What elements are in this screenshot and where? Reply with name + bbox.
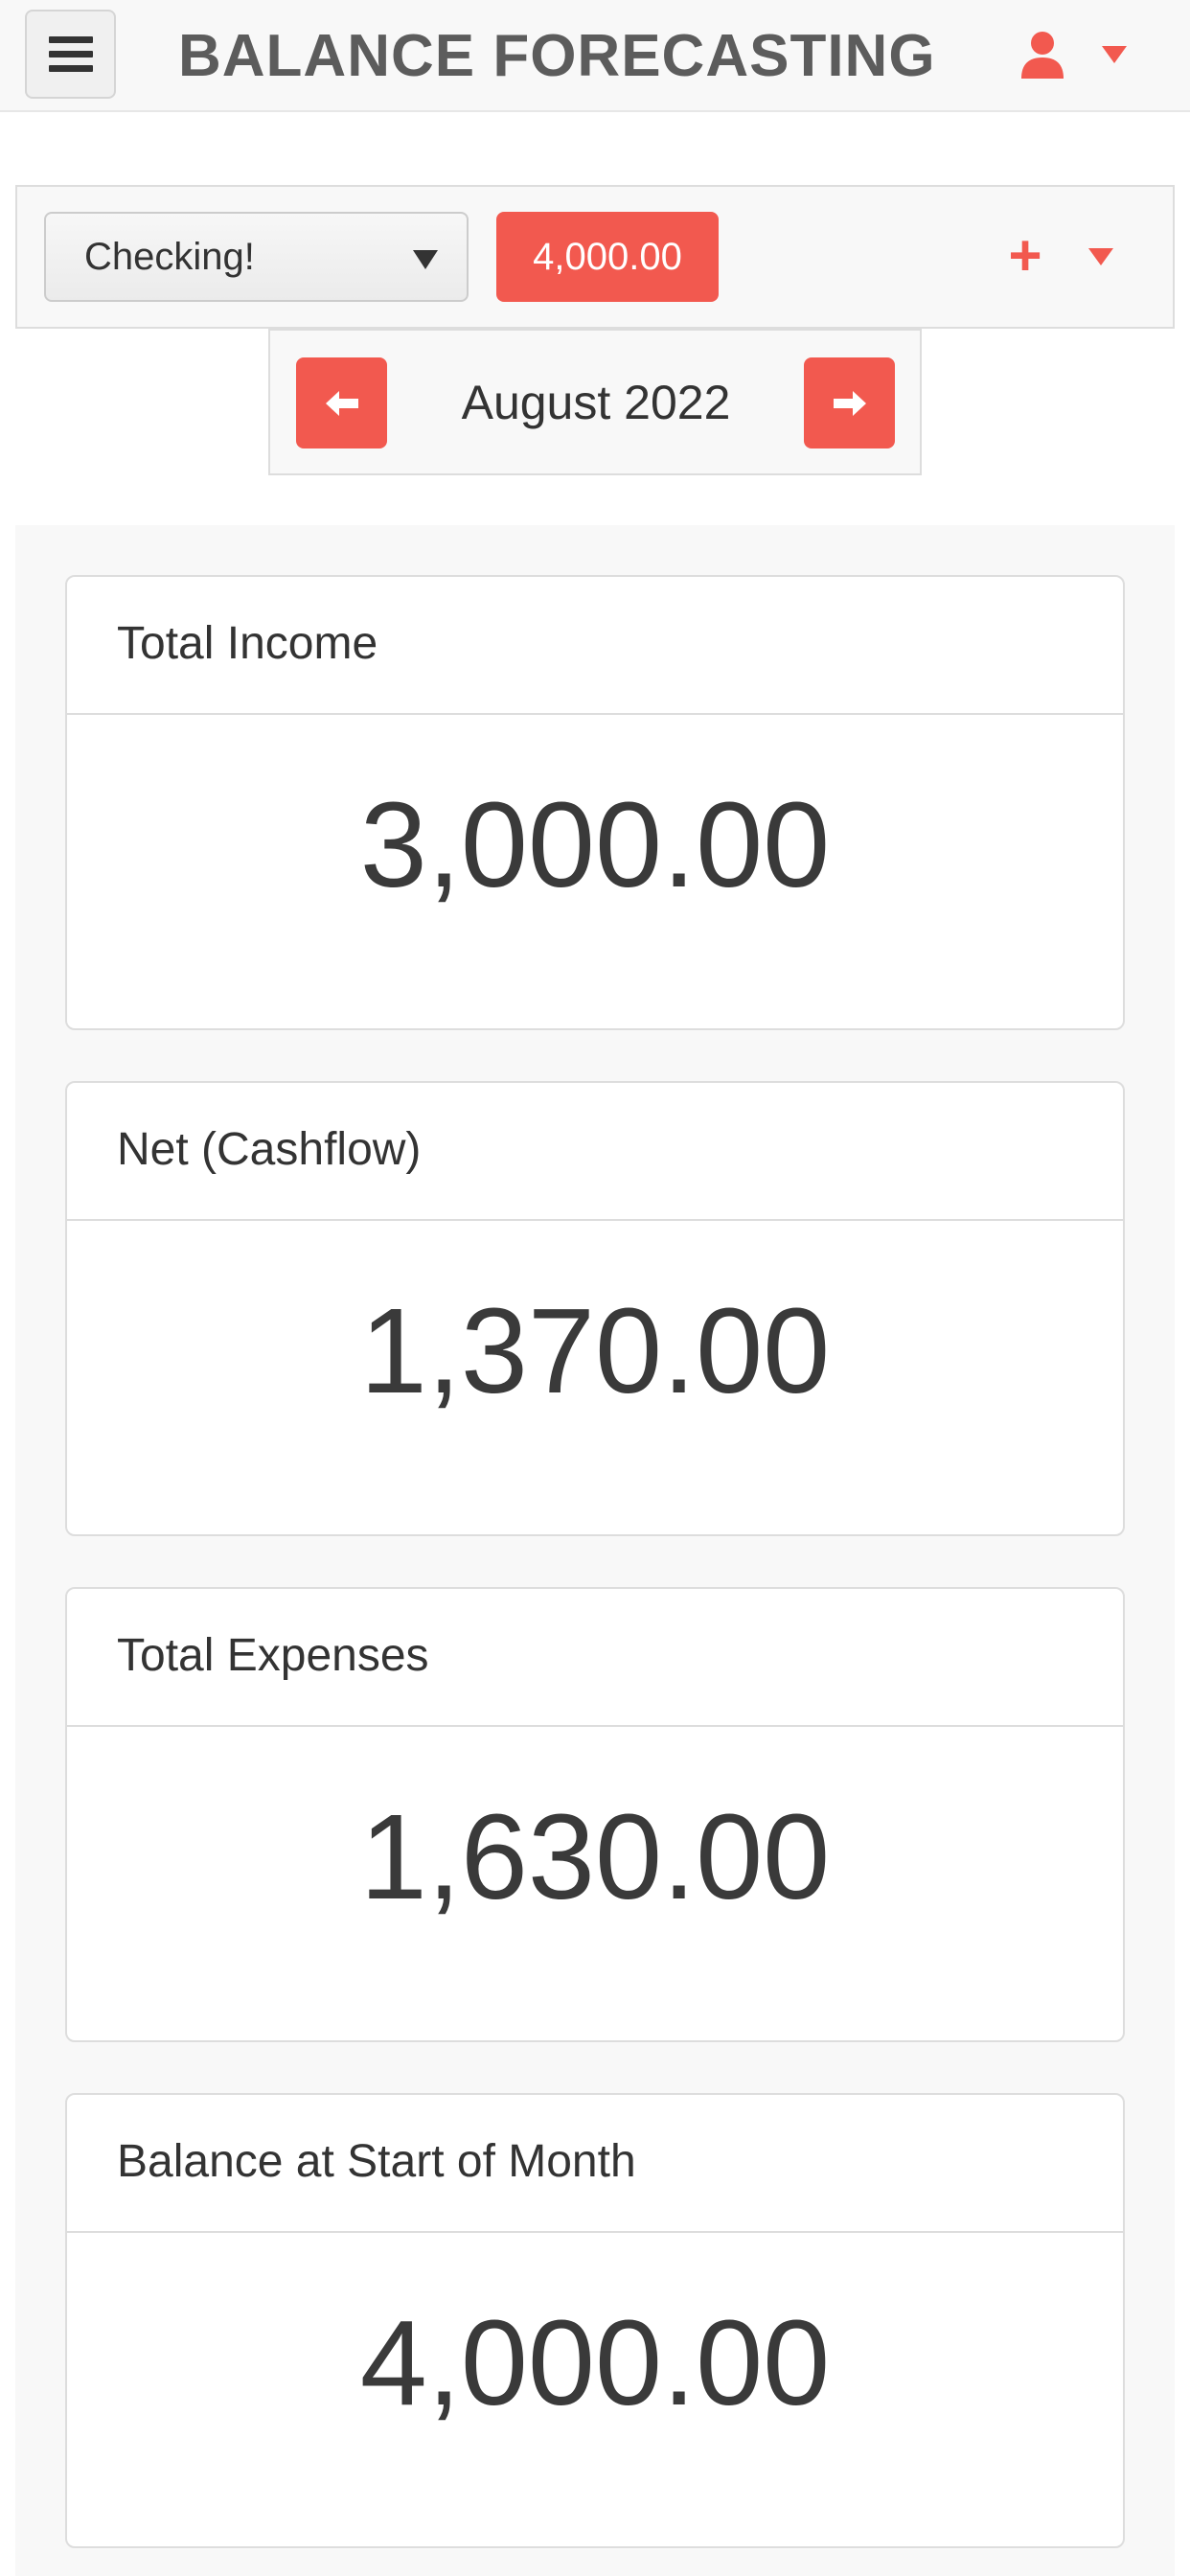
card-value: 4,000.00 bbox=[359, 2295, 831, 2430]
app-header: BALANCE FORECASTING bbox=[0, 0, 1190, 112]
card-value: 1,630.00 bbox=[359, 1789, 831, 1924]
card-title: Balance at Start of Month bbox=[67, 2095, 1123, 2233]
net-cashflow-card: Net (Cashflow) 1,370.00 bbox=[65, 1081, 1125, 1536]
total-expenses-card: Total Expenses 1,630.00 bbox=[65, 1587, 1125, 2042]
user-icon[interactable] bbox=[1019, 31, 1065, 79]
month-navigator: August 2022 bbox=[268, 329, 922, 475]
hamburger-icon bbox=[48, 36, 93, 43]
menu-button[interactable] bbox=[25, 10, 116, 99]
user-menu-caret-icon[interactable] bbox=[1102, 46, 1127, 63]
arrow-left-icon bbox=[325, 390, 358, 416]
hamburger-icon-bar bbox=[48, 51, 93, 58]
add-menu-caret-icon[interactable] bbox=[1088, 248, 1113, 265]
account-balance-badge: 4,000.00 bbox=[496, 212, 719, 302]
chevron-down-icon bbox=[413, 250, 438, 269]
card-title: Total Expenses bbox=[67, 1589, 1123, 1727]
previous-month-button[interactable] bbox=[296, 357, 387, 448]
account-select-value: Checking! bbox=[84, 236, 255, 278]
summary-cards-area: Total Income 3,000.00 Net (Cashflow) 1,3… bbox=[15, 525, 1175, 2576]
app-title: BALANCE FORECASTING bbox=[178, 23, 936, 89]
card-title: Total Income bbox=[67, 577, 1123, 715]
start-balance-card: Balance at Start of Month 4,000.00 bbox=[65, 2093, 1125, 2548]
hamburger-icon-bar bbox=[48, 65, 93, 72]
card-value: 3,000.00 bbox=[359, 777, 831, 912]
plus-icon[interactable]: + bbox=[1004, 227, 1046, 285]
current-month-label: August 2022 bbox=[461, 376, 731, 429]
arrow-right-icon bbox=[833, 390, 866, 416]
account-toolbar: Checking! 4,000.00 + bbox=[15, 185, 1175, 329]
account-select[interactable]: Checking! bbox=[44, 212, 469, 302]
card-value: 1,370.00 bbox=[359, 1283, 831, 1418]
next-month-button[interactable] bbox=[804, 357, 895, 448]
total-income-card: Total Income 3,000.00 bbox=[65, 575, 1125, 1030]
card-title: Net (Cashflow) bbox=[67, 1083, 1123, 1221]
